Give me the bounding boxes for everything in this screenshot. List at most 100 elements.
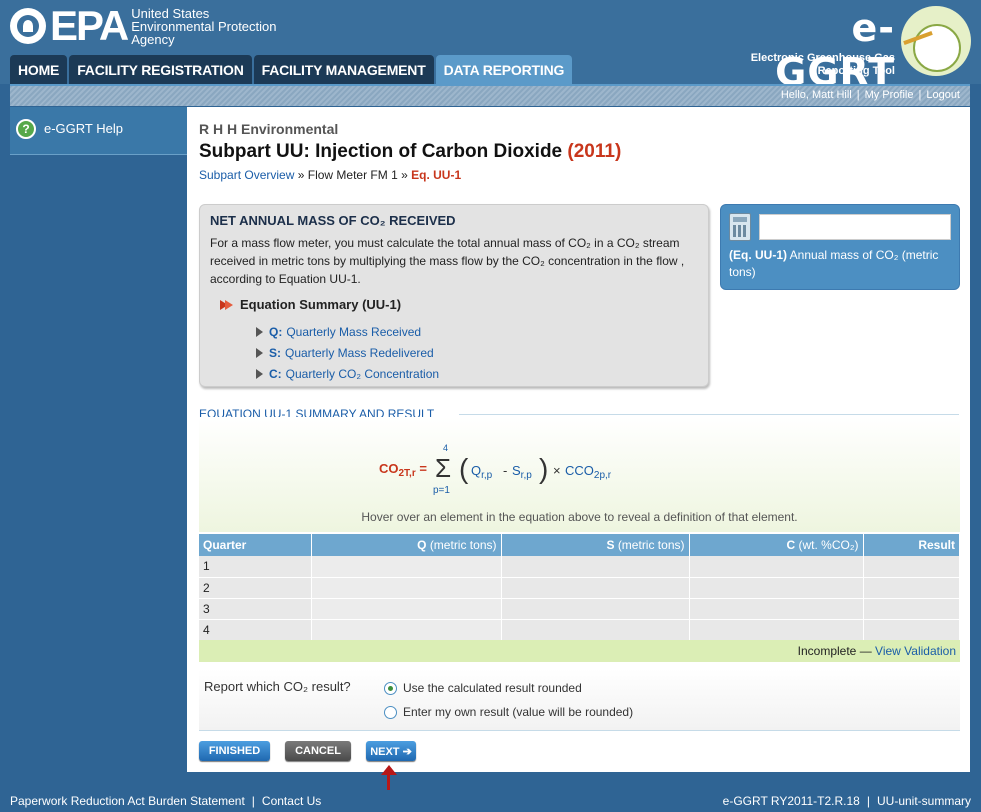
table-row[interactable]: 3 xyxy=(199,598,960,620)
header-quarter: Quarter xyxy=(199,534,312,556)
header: EPA United States Environmental Protecti… xyxy=(0,0,981,94)
header-label: Quarter xyxy=(203,538,247,552)
header-result: Result xyxy=(863,534,960,556)
collapsed-arrow-icon xyxy=(256,327,263,337)
equation-term-q[interactable]: Qr,p xyxy=(471,463,492,481)
page-title: Subpart UU: Injection of Carbon Dioxide … xyxy=(199,141,621,163)
user-bar: Hello, Matt Hill | My Profile | Logout xyxy=(10,84,970,106)
radio-own-result[interactable] xyxy=(384,705,397,719)
equation-hover-hint: Hover over an element in the equation ab… xyxy=(361,510,798,524)
tab-facility-management[interactable]: FACILITY MANAGEMENT xyxy=(253,55,434,84)
cell-q xyxy=(311,619,502,641)
breadcrumb-current: Eq. UU-1 xyxy=(411,168,462,182)
cell-quarter: 2 xyxy=(199,577,312,599)
option-own-result[interactable]: Enter my own result (value will be round… xyxy=(384,705,633,719)
cell-q xyxy=(311,577,502,599)
sidebar: ? e-GGRT Help xyxy=(10,107,187,772)
equation-result-box: (Eq. UU-1) Annual mass of CO₂ (metric to… xyxy=(720,204,960,290)
tab-facility-registration[interactable]: FACILITY REGISTRATION xyxy=(69,55,252,84)
equation-info-box: NET ANNUAL MASS OF CO₂ RECEIVED For a ma… xyxy=(199,204,709,387)
equation-summary-label: Equation Summary (UU-1) xyxy=(240,297,402,312)
my-profile-link[interactable]: My Profile xyxy=(865,89,914,101)
annual-mass-result-field[interactable] xyxy=(759,214,951,240)
sum-lower-limit[interactable]: p=1 xyxy=(433,485,450,496)
cell-s xyxy=(501,598,690,620)
equation-summary-toggle[interactable]: Equation Summary (UU-1) xyxy=(220,297,401,312)
term-subscript: r,p xyxy=(481,470,493,481)
agency-line-2: Environmental Protection xyxy=(131,18,277,34)
header-unit: (metric tons) xyxy=(617,538,685,552)
cell-c xyxy=(689,556,864,578)
option-label: Use the calculated result rounded xyxy=(403,681,582,695)
egret-logo-icon xyxy=(901,6,971,76)
radio-calculated[interactable] xyxy=(384,681,397,695)
close-paren: ) xyxy=(539,453,549,484)
user-greeting: Hello, Matt Hill xyxy=(780,89,852,101)
next-button[interactable]: NEXT ➔ xyxy=(366,741,416,761)
divider: | xyxy=(251,794,255,808)
divider: | xyxy=(856,89,860,101)
result-label: (Eq. UU-1) Annual mass of CO₂ (metric to… xyxy=(729,247,957,281)
footer: Paperwork Reduction Act Burden Statement… xyxy=(0,790,981,812)
equation-variable-s[interactable]: S: Quarterly Mass Redelivered xyxy=(256,346,434,360)
app-subtitle-line-1: Electronic Greenhouse Gas xyxy=(750,52,895,64)
table-row[interactable]: 1 xyxy=(199,556,960,578)
app-title: e-GGRT xyxy=(775,6,895,94)
collapsed-arrow-icon xyxy=(256,369,263,379)
sidebar-item-label: e-GGRT Help xyxy=(44,121,123,136)
help-icon: ? xyxy=(16,119,36,139)
table-row[interactable]: 2 xyxy=(199,577,960,599)
sum-upper-limit: 4 xyxy=(443,443,449,453)
result-label-equation: (Eq. UU-1) xyxy=(729,248,787,262)
app-subtitle-line-2: Reporting Tool xyxy=(817,65,895,77)
header-unit: (wt. %CO₂) xyxy=(798,538,859,552)
equation-term-c[interactable]: CCO2p,r xyxy=(565,463,611,481)
equation-variable-q[interactable]: Q: Quarterly Mass Received xyxy=(256,325,421,339)
term-symbol: Q xyxy=(471,463,482,478)
egggrt-logo[interactable]: e-GGRT Electronic Greenhouse Gas Reporti… xyxy=(741,6,971,94)
paperwork-reduction-link[interactable]: Paperwork Reduction Act Burden Statement xyxy=(10,794,245,808)
table-row[interactable]: 4 xyxy=(199,619,960,641)
finished-button[interactable]: FINISHED xyxy=(199,741,270,761)
cell-quarter: 4 xyxy=(199,619,312,641)
variable-label: Quarterly Mass Received xyxy=(286,325,422,339)
main-nav: HOME FACILITY REGISTRATION FACILITY MANA… xyxy=(10,55,573,84)
view-validation-link[interactable]: View Validation xyxy=(875,644,956,658)
open-paren: ( xyxy=(459,453,469,484)
info-box-description: For a mass flow meter, you must calculat… xyxy=(210,236,685,286)
epa-wordmark: EPA xyxy=(50,2,129,49)
logout-link[interactable]: Logout xyxy=(926,89,960,101)
option-calculated-result[interactable]: Use the calculated result rounded xyxy=(384,681,582,695)
term-symbol: C xyxy=(565,463,575,478)
expanded-arrow-icon xyxy=(220,299,234,311)
footer-left: Paperwork Reduction Act Burden Statement… xyxy=(10,790,321,812)
calculator-icon[interactable] xyxy=(729,213,751,241)
contact-us-link[interactable]: Contact Us xyxy=(262,794,321,808)
cancel-button[interactable]: CANCEL xyxy=(285,741,351,761)
breadcrumb-subpart-overview[interactable]: Subpart Overview xyxy=(199,168,294,182)
cell-s xyxy=(501,577,690,599)
equation-term-s[interactable]: Sr,p xyxy=(512,463,532,481)
main-content: R H H Environmental Subpart UU: Injectio… xyxy=(187,107,970,772)
term-subscript: r,p xyxy=(520,470,532,481)
sidebar-item-help[interactable]: ? e-GGRT Help xyxy=(10,107,187,155)
info-box-title: NET ANNUAL MASS OF CO₂ RECEIVED xyxy=(210,213,456,228)
page-id-label: UU-unit-summary xyxy=(876,794,971,808)
header-unit: (metric tons) xyxy=(429,538,497,552)
equation-variable-c[interactable]: C: Quarterly CO₂ Concentration xyxy=(256,367,439,381)
report-choice-area: Report which CO₂ result? Use the calcula… xyxy=(199,669,960,731)
epa-logo[interactable]: EPA United States Environmental Protecti… xyxy=(10,2,277,49)
breadcrumb-separator: » xyxy=(401,168,408,182)
equation-lhs[interactable]: CO2T,r = xyxy=(379,461,427,479)
lhs-subscript: 2T,r xyxy=(398,468,416,479)
footer-right: e-GGRT RY2011-T2.R.18 | UU-unit-summary xyxy=(723,790,971,812)
agency-line-1: United States xyxy=(131,5,210,21)
tab-home[interactable]: HOME xyxy=(10,55,68,84)
reporting-year: (2011) xyxy=(567,141,622,162)
cell-c xyxy=(689,577,864,599)
breadcrumb-separator: » xyxy=(297,168,305,182)
tab-data-reporting[interactable]: DATA REPORTING xyxy=(435,55,573,84)
header-c: C (wt. %CO₂) xyxy=(689,534,864,556)
app-subtitle: Electronic Greenhouse Gas Reporting Tool xyxy=(751,52,895,78)
validation-status: Incomplete — View Validation xyxy=(199,640,960,662)
